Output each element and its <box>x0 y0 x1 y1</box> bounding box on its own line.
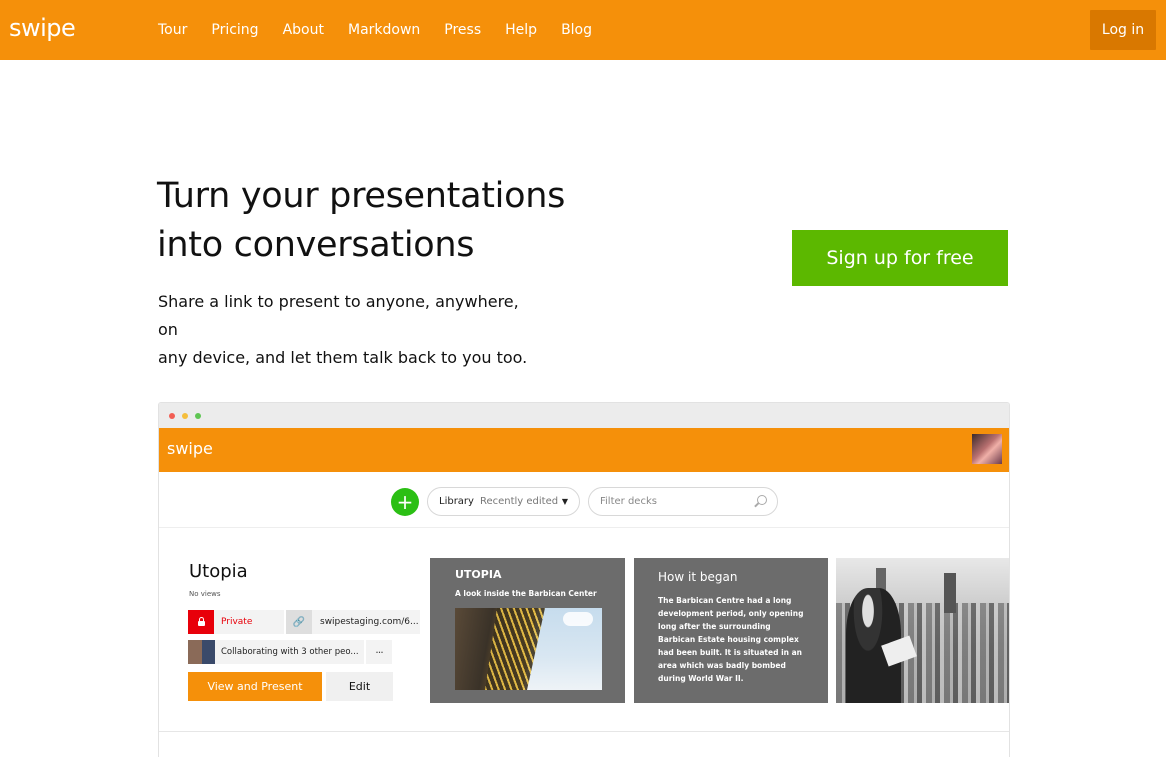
hero-title: Turn your presentations into conversatio… <box>157 172 577 270</box>
sign-up-button[interactable]: Sign up for free <box>792 230 1008 286</box>
collaborator-avatars <box>188 640 215 664</box>
slide-2-body: The Barbican Centre had a long developme… <box>658 596 804 683</box>
maximize-window-dot-icon <box>195 413 201 419</box>
slide-thumbnail-3-photo <box>836 558 1009 703</box>
window-chrome <box>159 403 1009 428</box>
top-navigation-bar: swipe Tour Pricing About Markdown Press … <box>0 0 1166 60</box>
nav-link-tour[interactable]: Tour <box>158 22 187 38</box>
slide-thumbnail-2: How it began The Barbican Centre had a l… <box>634 558 828 703</box>
hero-title-line-2: into conversations <box>157 225 475 265</box>
hero-title-line-1: Turn your presentations <box>157 176 566 216</box>
deck-title: Utopia <box>189 561 248 582</box>
nav-link-blog[interactable]: Blog <box>561 22 592 38</box>
divider <box>159 731 1009 732</box>
minimize-window-dot-icon <box>182 413 188 419</box>
library-sort-value: Recently edited <box>479 496 559 507</box>
library-label: Library <box>439 496 474 507</box>
nav-link-about[interactable]: About <box>283 22 324 38</box>
mock-app-header: swipe <box>159 428 1009 472</box>
login-button[interactable]: Log in <box>1090 10 1156 50</box>
search-icon <box>757 495 767 505</box>
slide-2-title: How it began <box>658 570 738 584</box>
library-toolbar: + Library Recently edited ▼ Filter decks <box>159 472 1009 528</box>
share-link: swipestaging.com/6... <box>312 610 420 634</box>
main-nav: Tour Pricing About Markdown Press Help B… <box>158 0 616 60</box>
filter-decks-input: Filter decks <box>588 487 778 516</box>
add-deck-button: + <box>391 488 419 516</box>
collaborators-row: Collaborating with 3 other peo... ··· <box>188 640 392 664</box>
privacy-status: Private <box>214 610 284 634</box>
close-window-dot-icon <box>169 413 175 419</box>
link-icon: 🔗 <box>286 610 312 634</box>
more-options-icon: ··· <box>366 640 392 664</box>
deck-sharing-row: Private 🔗 swipestaging.com/6... <box>188 610 420 634</box>
nav-link-pricing[interactable]: Pricing <box>211 22 258 38</box>
nav-link-markdown[interactable]: Markdown <box>348 22 420 38</box>
hero-subtitle: Share a link to present to anyone, anywh… <box>158 288 538 372</box>
collaborators-text: Collaborating with 3 other peo... <box>215 640 364 664</box>
slide-1-title: UTOPIA <box>455 568 502 581</box>
user-avatar <box>972 434 1002 464</box>
filter-placeholder: Filter decks <box>600 496 657 507</box>
lock-icon <box>188 610 214 634</box>
hero-subtitle-line-2: any device, and let them talk back to yo… <box>158 348 528 367</box>
slide-thumbnail-1: UTOPIA A look inside the Barbican Center <box>430 558 625 703</box>
library-select: Library Recently edited ▼ <box>427 487 580 516</box>
caret-down-icon: ▼ <box>561 497 568 506</box>
swipe-logo[interactable]: swipe <box>9 14 76 42</box>
mock-swipe-logo: swipe <box>167 439 213 458</box>
deck-views-count: No views <box>189 590 221 598</box>
app-screenshot-mockup: swipe + Library Recently edited ▼ Filter… <box>158 402 1010 757</box>
edit-deck-button: Edit <box>326 672 393 701</box>
nav-link-help[interactable]: Help <box>505 22 537 38</box>
barbican-photo <box>455 608 602 690</box>
slide-1-subtitle: A look inside the Barbican Center <box>455 589 597 598</box>
nav-link-press[interactable]: Press <box>444 22 481 38</box>
view-and-present-button: View and Present <box>188 672 322 701</box>
hero-subtitle-line-1: Share a link to present to anyone, anywh… <box>158 292 519 339</box>
